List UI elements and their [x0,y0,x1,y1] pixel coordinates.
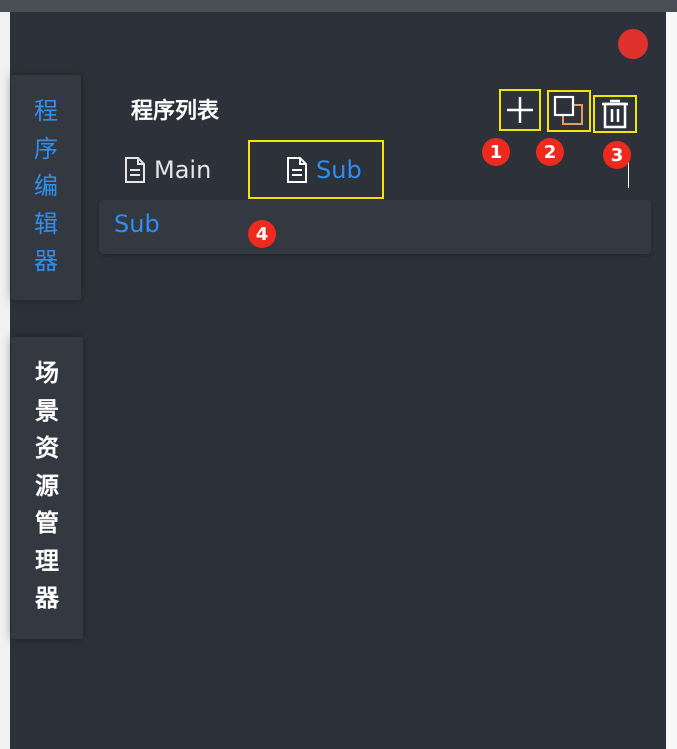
step-badge: 4 [248,220,276,248]
side-tab-program-editor[interactable]: 程 序 编 辑 器 [11,75,81,300]
program-list-title: 程序列表 [131,99,220,124]
side-tab-char: 程 [34,97,58,125]
side-tab-char: 辑 [34,209,58,238]
side-tab-char: 理 [35,546,59,575]
copy-icon [553,95,583,125]
program-item-label: Sub [114,210,160,238]
right-background [666,12,677,749]
side-tab-char: 景 [35,396,59,425]
side-tab-char: 序 [34,134,58,163]
tab-main[interactable]: Main [124,150,211,190]
side-tab-char: 资 [35,434,59,462]
side-tab-char: 器 [34,247,58,275]
step-badge: 3 [603,141,631,169]
delete-program-button[interactable] [593,95,637,133]
step-badge: 2 [536,138,564,166]
document-icon [125,157,145,183]
side-tab-char: 源 [35,471,59,500]
side-tab-char: 编 [34,172,58,200]
copy-program-button[interactable] [547,90,591,132]
step-badge: 1 [482,138,510,166]
program-list-item[interactable]: Sub [99,200,651,254]
left-edge [0,12,10,749]
close-button[interactable] [618,29,648,59]
side-tab-char: 场 [35,359,59,387]
text-cursor [628,162,629,188]
add-program-button[interactable] [499,89,541,131]
window-top-bar [0,0,677,12]
side-tab-char: 器 [35,584,59,612]
side-tab-char: 管 [35,509,59,537]
tab-label: Main [154,156,212,184]
trash-icon [602,99,628,129]
side-tab-scene-resource-manager[interactable]: 场 景 资 源 管 理 器 [11,337,83,639]
highlight-box [248,140,384,199]
plus-icon [507,97,533,123]
